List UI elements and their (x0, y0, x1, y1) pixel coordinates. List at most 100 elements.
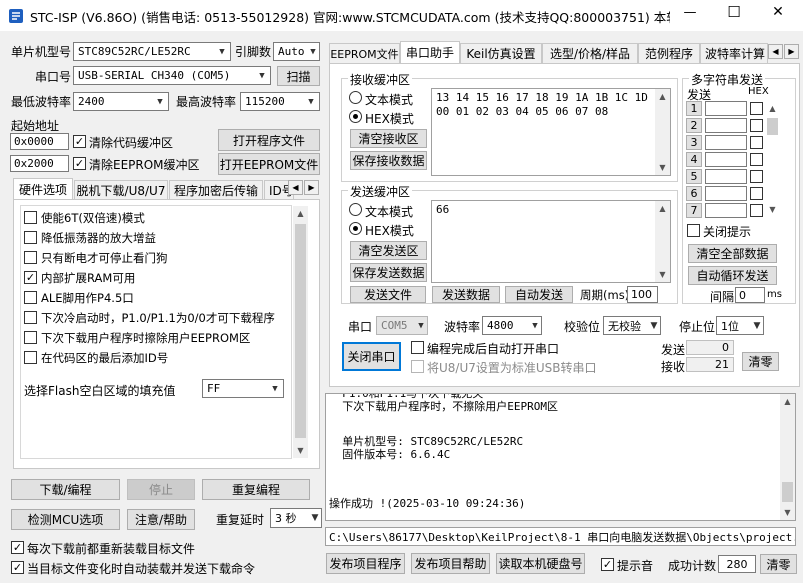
send-scrollbar[interactable]: ▲ ▼ (655, 201, 670, 282)
clear-all-button[interactable]: 清空全部数据 (688, 244, 777, 263)
option-checkbox[interactable] (24, 291, 37, 304)
multi-send-row-button[interactable]: 6 (686, 186, 702, 201)
save-send-button[interactable]: 保存发送数据 (350, 263, 427, 282)
tab-scroll-right-icon[interactable]: ▶ (784, 44, 799, 59)
scroll-down-icon[interactable]: ▼ (780, 505, 795, 520)
multi-send-row-input[interactable] (705, 186, 747, 201)
tab-hardware-options[interactable]: 硬件选项 (13, 178, 73, 199)
tab-eeprom-file[interactable]: EEPROM文件 (329, 43, 400, 63)
tab-baud-calc[interactable]: 波特率计算 (700, 43, 768, 63)
scroll-up-icon[interactable]: ▲ (655, 201, 670, 216)
min-baud-select[interactable]: 2400 ▼ (73, 92, 169, 111)
clear-receive-button[interactable]: 清空接收区 (350, 129, 427, 148)
send-hex-mode-radio[interactable] (349, 222, 362, 235)
download-program-button[interactable]: 下载/编程 (11, 479, 120, 500)
tab-selection-price[interactable]: 选型/价格/样品 (542, 43, 638, 63)
scroll-up-icon[interactable]: ▲ (293, 206, 308, 221)
tab-serial-assistant[interactable]: 串口助手 (400, 41, 460, 63)
publish-help-button[interactable]: 发布项目帮助 (411, 553, 490, 574)
tab-keil-settings[interactable]: Keil仿真设置 (460, 43, 542, 63)
scroll-down-icon[interactable]: ▼ (655, 267, 670, 282)
scroll-down-icon[interactable]: ▼ (293, 443, 308, 458)
multi-send-row-button[interactable]: 5 (686, 169, 702, 184)
receive-scrollbar[interactable]: ▲ ▼ (655, 89, 670, 175)
serial-baud-select[interactable]: 4800 ▼ (482, 316, 542, 335)
multi-send-row-hex-checkbox[interactable] (750, 102, 763, 115)
scroll-up-icon[interactable]: ▲ (655, 89, 670, 104)
log-scrollbar[interactable]: ▲ ▼ (780, 394, 795, 520)
scroll-down-icon[interactable]: ▼ (765, 202, 780, 217)
multi-string-scrollbar[interactable]: ▲ ▼ (765, 101, 780, 217)
multi-send-row-button[interactable]: 2 (686, 118, 702, 133)
multi-send-row-hex-checkbox[interactable] (750, 187, 763, 200)
option-checkbox[interactable] (24, 311, 37, 324)
multi-send-row-input[interactable] (705, 169, 747, 184)
maximize-button[interactable]: ☐ (714, 3, 754, 25)
auto-cycle-send-button[interactable]: 自动循环发送 (688, 266, 777, 285)
multi-send-row-input[interactable] (705, 118, 747, 133)
pin-count-select[interactable]: Auto ▼ (273, 42, 320, 61)
minimize-button[interactable]: — (670, 5, 710, 25)
multi-send-row-hex-checkbox[interactable] (750, 153, 763, 166)
close-button[interactable]: ✕ (758, 4, 798, 26)
beep-checkbox[interactable]: ✓ (601, 558, 614, 571)
serial-port-select[interactable]: COM5 ▼ (376, 316, 428, 335)
receive-text-area[interactable]: 13 14 15 16 17 18 19 1A 1B 1C 1D 1E 00 0… (431, 88, 671, 176)
scan-button[interactable]: 扫描 (277, 66, 320, 86)
option-checkbox[interactable] (24, 211, 37, 224)
send-data-button[interactable]: 发送数据 (432, 286, 500, 303)
read-disk-id-button[interactable]: 读取本机硬盘号 (496, 553, 585, 574)
close-serial-port-button[interactable]: 关闭串口 (342, 342, 401, 371)
multi-send-row-hex-checkbox[interactable] (750, 136, 763, 149)
flash-fill-select[interactable]: FF ▼ (202, 379, 284, 398)
tab-examples[interactable]: 范例程序 (638, 43, 700, 63)
option-checkbox[interactable] (24, 231, 37, 244)
auto-send-button[interactable]: 自动发送 (505, 286, 573, 303)
option-checkbox[interactable]: ✓ (24, 271, 37, 284)
scroll-thumb[interactable] (767, 118, 778, 135)
multi-send-row-hex-checkbox[interactable] (750, 170, 763, 183)
auto-open-serial-checkbox[interactable] (411, 341, 424, 354)
option-checkbox[interactable] (24, 331, 37, 344)
parity-select[interactable]: 无校验 ▼ (603, 316, 661, 335)
period-input[interactable]: 100 (627, 286, 658, 303)
multi-send-row-hex-checkbox[interactable] (750, 119, 763, 132)
clear-code-checkbox[interactable]: ✓ (73, 135, 86, 148)
tab-offline-download[interactable]: 脱机下载/U8/U7 (74, 180, 168, 199)
tab-scroll-left-icon[interactable]: ◀ (288, 180, 303, 195)
option-checkbox[interactable] (24, 351, 37, 364)
open-program-button[interactable]: 打开程序文件 (218, 129, 320, 151)
option-checkbox[interactable] (24, 251, 37, 264)
scroll-up-icon[interactable]: ▲ (780, 394, 795, 409)
tab-encrypted-transfer[interactable]: 程序加密后传输 (169, 180, 263, 199)
tab-scroll-right-icon[interactable]: ▶ (304, 180, 319, 195)
multi-send-row-button[interactable]: 7 (686, 203, 702, 218)
multi-send-row-input[interactable] (705, 135, 747, 150)
usb-serial-checkbox[interactable] (411, 360, 424, 373)
save-receive-button[interactable]: 保存接收数据 (350, 151, 427, 170)
reset-count-button[interactable]: 清零 (742, 352, 779, 371)
scroll-up-icon[interactable]: ▲ (765, 101, 780, 116)
scroll-thumb[interactable] (295, 224, 306, 438)
multi-send-row-input[interactable] (705, 101, 747, 116)
open-eeprom-button[interactable]: 打开EEPROM文件 (218, 153, 320, 175)
send-text-mode-radio[interactable] (349, 203, 362, 216)
eeprom-addr-input[interactable]: 0x2000 (10, 155, 69, 172)
scroll-down-icon[interactable]: ▼ (655, 160, 670, 175)
send-file-button[interactable]: 发送文件 (350, 286, 426, 303)
clear-success-button[interactable]: 清零 (760, 554, 797, 574)
clear-eeprom-checkbox[interactable]: ✓ (73, 157, 86, 170)
multi-send-row-button[interactable]: 1 (686, 101, 702, 116)
mcu-type-select[interactable]: STC89C52RC/LE52RC ▼ (73, 42, 231, 61)
stop-bits-select[interactable]: 1位 ▼ (716, 316, 764, 335)
scroll-thumb[interactable] (782, 482, 793, 502)
max-baud-select[interactable]: 115200 ▼ (240, 92, 320, 111)
stop-button[interactable]: 停止 (127, 479, 195, 500)
repeat-delay-select[interactable]: 3 秒 ▼ (270, 508, 322, 528)
tab-scroll-left-icon[interactable]: ◀ (768, 44, 783, 59)
publish-project-button[interactable]: 发布项目程序 (326, 553, 405, 574)
detect-mcu-button[interactable]: 检测MCU选项 (11, 509, 120, 530)
options-scrollbar[interactable]: ▲ ▼ (293, 206, 308, 458)
recv-hex-mode-radio[interactable] (349, 110, 362, 123)
recv-text-mode-radio[interactable] (349, 91, 362, 104)
